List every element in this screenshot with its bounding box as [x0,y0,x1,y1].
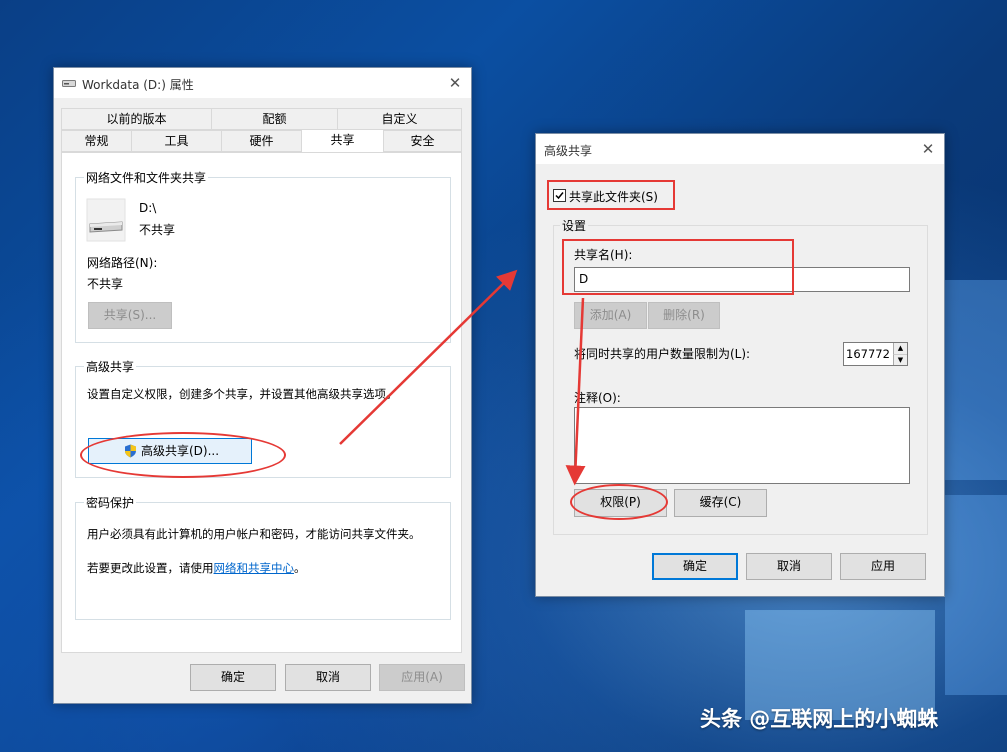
annotation-arrows [339,269,586,486]
arrow-to-dialog [339,269,518,445]
watermark-text: 头条 @互联网上的小蜘蛛 [700,707,939,731]
arrow-to-permissions [565,297,586,486]
